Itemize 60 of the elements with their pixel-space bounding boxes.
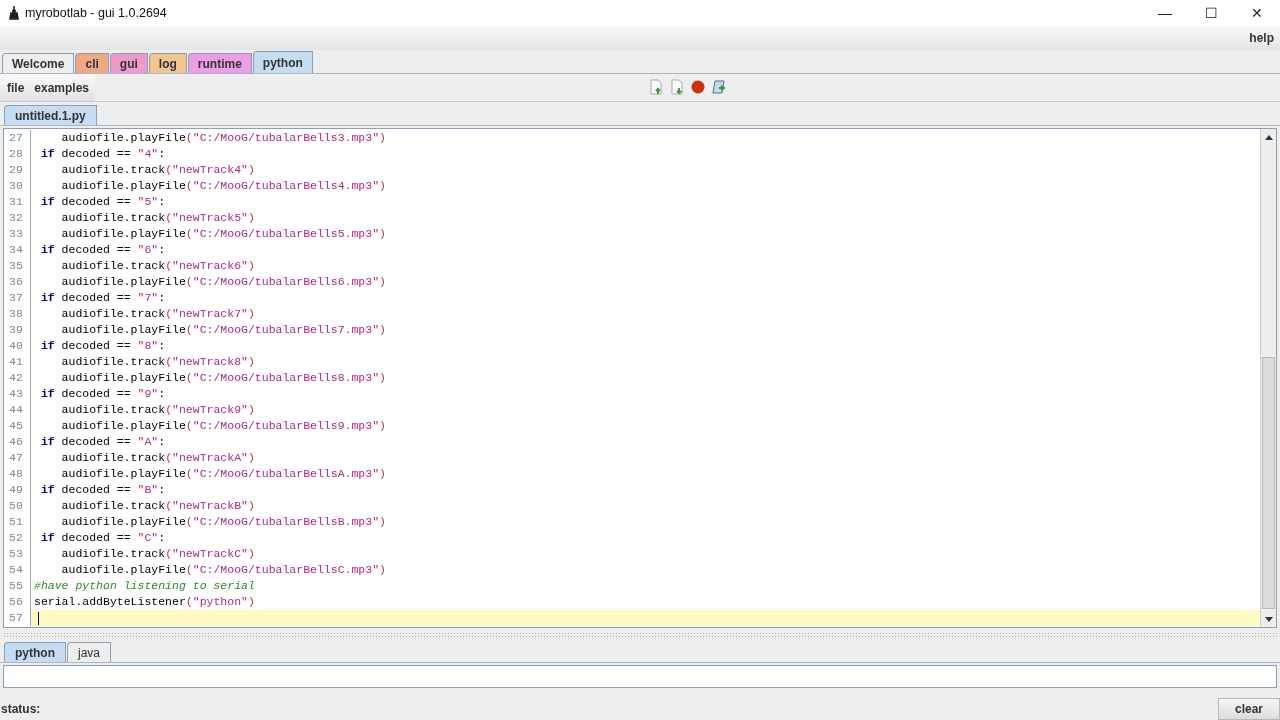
new-file-icon[interactable] [648,79,664,95]
code-line: audiofile.track("newTrack8") [60,354,255,370]
code-line: if decoded == "4": [39,146,166,162]
tab[interactable]: cli [75,53,109,73]
tab[interactable]: untitled.1.py [4,105,97,125]
stop-icon[interactable] [690,79,706,95]
code-line: audiofile.playFile("C:/MooG/tubalarBellsC.mp3") [60,562,386,578]
code-line: audiofile.track("newTrack6") [60,258,255,274]
code-line: if decoded == "B": [39,482,166,498]
code-line: audiofile.playFile("C:/MooG/tubalarBells6.mp3") [60,274,386,290]
close-button[interactable]: ✕ [1234,0,1280,26]
console-input[interactable] [3,665,1277,688]
line-number: 57 [4,610,30,626]
tab[interactable]: runtime [187,53,252,73]
app-icon [9,6,19,20]
tab[interactable]: log [148,53,187,73]
code-line: if decoded == "A": [39,434,166,450]
save-file-icon[interactable] [669,79,685,95]
code-line: audiofile.playFile("C:/MooG/tubalarBells7.mp3") [60,322,386,338]
code-line: if decoded == "9": [39,386,166,402]
window-title: myrobotlab - gui 1.0.2694 [25,4,167,22]
code-line: audiofile.playFile("C:/MooG/tubalarBells4.mp3") [60,178,386,194]
code-line: audiofile.track("newTrackC") [60,546,255,562]
code-line: audiofile.playFile("C:/MooG/tubalarBells8.mp3") [60,370,386,386]
code-line: if decoded == "6": [39,242,166,258]
code-line: serial.addByteListener("python") [34,594,255,610]
scroll-up-icon[interactable] [1263,133,1274,141]
scroll-thumb[interactable] [1262,357,1275,609]
tab[interactable]: Welcome [2,53,75,73]
code-line: audiofile.playFile("C:/MooG/tubalarBells9.mp3") [60,418,386,434]
run-script-icon[interactable] [711,79,727,95]
code-line: audiofile.playFile("C:/MooG/tubalarBells5.mp3") [60,226,386,242]
code-line: audiofile.playFile("C:/MooG/tubalarBells3.mp3") [60,130,386,146]
minimize-button[interactable]: — [1142,0,1188,26]
tab[interactable]: gui [109,53,148,73]
scrollbar[interactable] [1260,129,1276,627]
tab[interactable]: python [252,51,313,73]
code-line: audiofile.playFile("C:/MooG/tubalarBellsA.mp3") [60,466,386,482]
code-line: audiofile.track("newTrack9") [60,402,255,418]
maximize-button[interactable]: ☐ [1188,0,1234,26]
code-line: if decoded == "8": [39,338,166,354]
clear-button[interactable]: clear [1217,698,1280,720]
tab[interactable]: python [4,642,66,662]
scroll-down-icon[interactable] [1263,616,1274,624]
code-line: audiofile.playFile("C:/MooG/tubalarBellsB.mp3") [60,514,386,530]
menu-item[interactable]: help [1249,29,1274,47]
code-line: if decoded == "5": [39,194,166,210]
menu-item[interactable]: examples [34,78,90,97]
code-line: audiofile.track("newTrackA") [60,450,255,466]
code-line: audiofile.track("newTrack7") [60,306,255,322]
code-line: audiofile.track("newTrack4") [60,162,255,178]
code-line: audiofile.track("newTrackB") [60,498,255,514]
code-line: #have python listening to serial [34,578,255,594]
code-line: if decoded == "7": [39,290,166,306]
code-line: audiofile.track("newTrack5") [60,210,255,226]
status-label: status: [0,701,41,718]
code-line: if decoded == "C": [39,530,166,546]
text-cursor [38,611,39,625]
tab[interactable]: java [67,642,111,662]
menu-item[interactable]: file [7,78,25,97]
